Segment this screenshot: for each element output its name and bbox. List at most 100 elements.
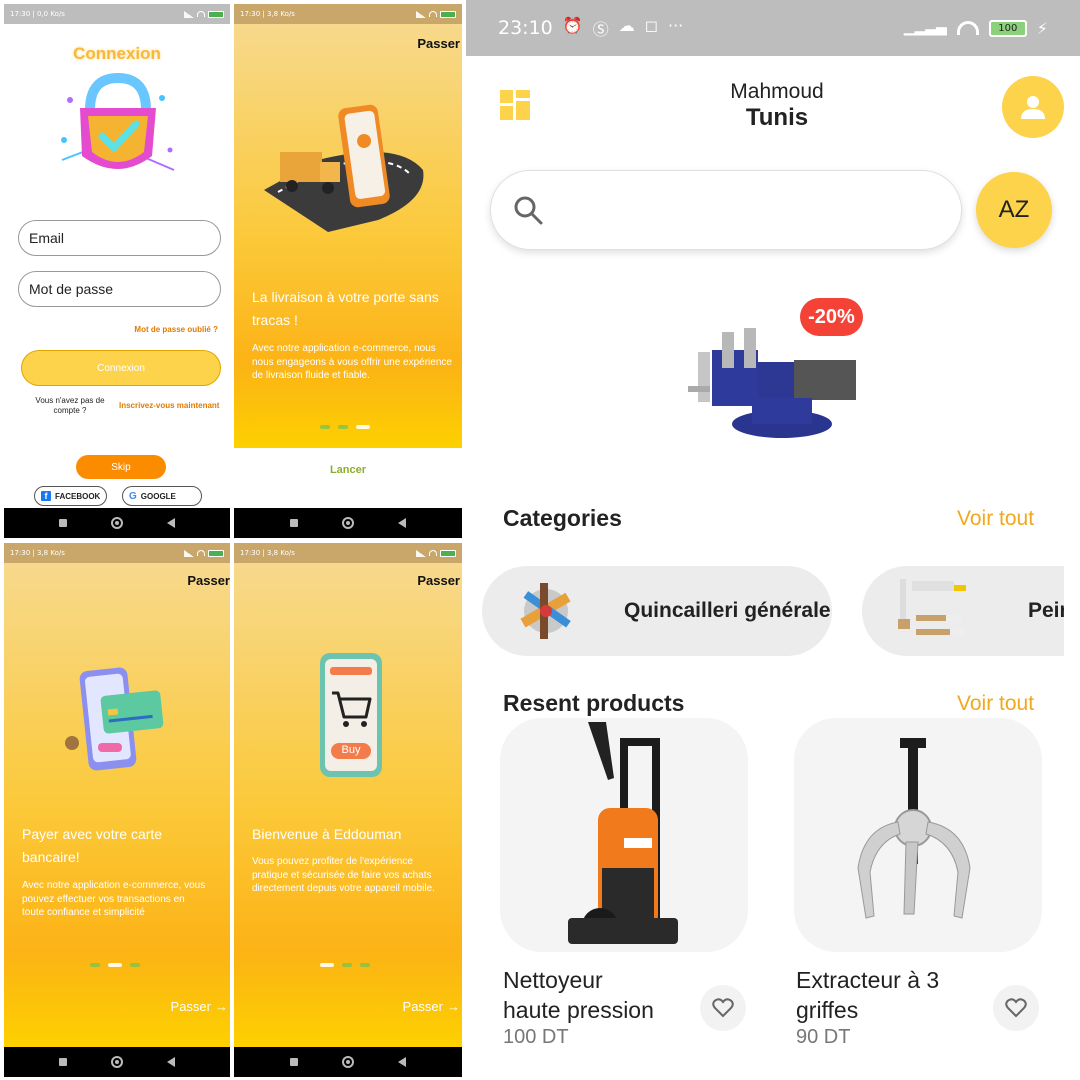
skip-button[interactable]: Skip [76, 455, 166, 479]
discount-badge: -20% [800, 298, 863, 336]
battery-icon [208, 10, 224, 18]
product-card[interactable] [500, 718, 748, 952]
onboarding-description: Vous pouvez profiter de l'expérience pra… [252, 856, 435, 894]
recent-products-see-all-link[interactable]: Voir tout [957, 692, 1034, 716]
recent-apps-icon[interactable] [290, 519, 298, 527]
battery-icon [440, 549, 456, 557]
skip-link[interactable]: Passer [417, 36, 460, 51]
home-icon[interactable] [111, 1056, 123, 1068]
android-nav-bar [4, 508, 230, 538]
status-bar: 17:30 | 0,0 Ko/s [4, 4, 230, 24]
more-icon: ··· [667, 16, 684, 35]
status-bar: 17:30 | 3,8 Ko/s [4, 543, 230, 563]
page-dot [338, 425, 348, 429]
product-name-line: Nettoyeur [503, 967, 603, 993]
page-dot [360, 963, 370, 967]
heart-icon [712, 998, 734, 1018]
status-text: 17:30 | 3,8 Ko/s [240, 10, 295, 18]
battery-icon [208, 549, 224, 557]
favorite-button[interactable] [993, 985, 1039, 1031]
home-icon[interactable] [342, 517, 354, 529]
onboarding-title: La livraison à votre porte sans tracas ! [252, 289, 439, 329]
status-text: 17:30 | 3,8 Ko/s [240, 549, 295, 557]
battery-icon [440, 10, 456, 18]
onboarding-background [234, 563, 462, 1047]
charging-icon: ⚡ [1036, 18, 1048, 38]
avatar-button[interactable] [1002, 76, 1064, 138]
email-field[interactable]: Email [18, 220, 221, 256]
alarm-icon: ⏰ [562, 16, 583, 35]
product-name[interactable]: Nettoyeur haute pression [503, 966, 654, 1026]
page-dot [342, 963, 352, 967]
back-icon[interactable] [167, 518, 175, 528]
wifi-icon [429, 11, 437, 17]
login-screen: 17:30 | 0,0 Ko/s Connexion Email Mot de … [4, 4, 230, 538]
status-bar: 23:10 ⏰ Ⓢ ☁ ◻ ··· ▁▂▃▄ 100 ⚡ [466, 0, 1080, 56]
facebook-label: FACEBOOK [55, 491, 101, 501]
recent-apps-icon[interactable] [290, 1058, 298, 1066]
onboarding-delivery-screen: 17:30 | 3,8 Ko/s Passer La livraison à v… [234, 4, 462, 538]
search-icon [514, 196, 543, 225]
signal-icon [416, 549, 426, 557]
home-icon[interactable] [111, 517, 123, 529]
onboarding-card-screen: 17:30 | 3,8 Ko/s Passer Payer avec votre… [4, 543, 230, 1077]
android-nav-bar [4, 1047, 230, 1077]
recent-apps-icon[interactable] [59, 1058, 67, 1066]
back-icon[interactable] [398, 518, 406, 528]
status-text: 17:30 | 0,0 Ko/s [10, 10, 65, 18]
product-card[interactable] [794, 718, 1042, 952]
page-dot [320, 425, 330, 429]
product-name-line: haute pression [503, 996, 654, 1023]
skip-link[interactable]: Passer [417, 573, 460, 588]
product-price: 90 DT [796, 1026, 851, 1048]
password-field[interactable]: Mot de passe [18, 271, 221, 307]
user-icon [1021, 96, 1045, 119]
signal-icon [184, 10, 194, 18]
home-icon[interactable] [342, 1056, 354, 1068]
page-dot [90, 963, 100, 967]
categories-see-all-link[interactable]: Voir tout [957, 507, 1034, 531]
shopping-cart-phone-illustration [320, 653, 382, 777]
bench-vise-image[interactable] [682, 322, 862, 446]
wifi-icon [956, 21, 979, 35]
next-button[interactable]: Passer → [403, 999, 460, 1014]
next-button[interactable]: Passer → [171, 999, 228, 1014]
categories-list: Quincailleri générale Peinture [466, 560, 1064, 670]
sort-button[interactable]: AZ [976, 172, 1052, 248]
page-dot-active [356, 425, 370, 429]
product-price: 100 DT [503, 1026, 569, 1048]
signal-icon: ▁▂▃▄ [903, 20, 947, 36]
product-name[interactable]: Extracteur à 3 griffes [796, 966, 939, 1026]
paint-brushes-image [898, 579, 966, 635]
tools-image [520, 583, 571, 639]
no-account-text: Vous n'avez pas de compte ? [35, 396, 105, 416]
android-nav-bar [234, 508, 462, 538]
google-button[interactable]: G GOOGLE [122, 486, 202, 506]
register-link[interactable]: Inscrivez-vous maintenant [119, 401, 219, 410]
login-title: Connexion [73, 44, 161, 63]
next-label: Passer [402, 999, 443, 1014]
status-text: 17:30 | 3,8 Ko/s [10, 549, 65, 557]
grid-menu-icon[interactable] [500, 90, 530, 120]
instagram-icon: ◻ [644, 16, 658, 35]
category-item[interactable]: Quincailleri générale [482, 566, 832, 656]
page-dot-active [108, 963, 122, 967]
forgot-password-link[interactable]: Mot de passe oublié ? [134, 325, 218, 334]
favorite-button[interactable] [700, 985, 746, 1031]
delivery-truck-illustration [264, 104, 424, 232]
product-name-line: Extracteur à 3 [796, 967, 940, 993]
status-bar: 17:30 | 3,8 Ko/s [234, 4, 462, 24]
facebook-button[interactable]: f FACEBOOK [34, 486, 108, 506]
search-input[interactable] [490, 170, 962, 250]
recent-apps-icon[interactable] [59, 519, 67, 527]
launch-button[interactable]: Lancer [234, 464, 462, 476]
back-icon[interactable] [167, 1057, 175, 1067]
skip-link[interactable]: Passer [187, 573, 230, 588]
buy-label: Buy [341, 744, 361, 756]
android-nav-bar [234, 1047, 462, 1077]
category-item[interactable]: Peinture [862, 566, 1064, 656]
login-button[interactable]: Connexion [21, 350, 221, 386]
back-icon[interactable] [398, 1057, 406, 1067]
google-label: GOOGLE [140, 491, 176, 501]
next-label: Passer [170, 999, 211, 1014]
